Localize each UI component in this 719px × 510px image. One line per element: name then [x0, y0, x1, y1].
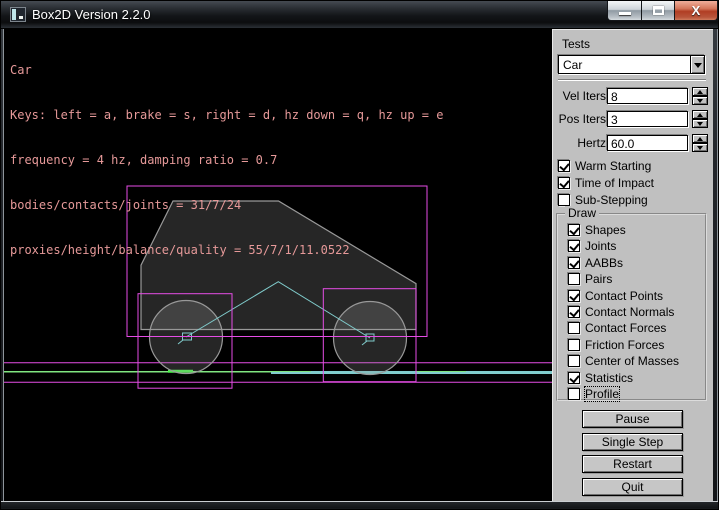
draw-option-center-of-masses[interactable]: Center of Masses: [568, 355, 703, 369]
draw-option-label: Contact Forces: [585, 321, 666, 335]
arrow-down-icon: [697, 99, 703, 103]
chevron-down-icon: [694, 63, 702, 68]
vel-iters-row: Vel Iters 8: [553, 88, 714, 104]
draw-option-label: Joints: [585, 239, 616, 253]
sub-stepping-label: Sub-Stepping: [575, 193, 648, 207]
checkbox[interactable]: [568, 290, 580, 302]
draw-option-profile[interactable]: Profile: [568, 388, 703, 402]
arrow-up-icon: [697, 137, 703, 141]
warm-starting-checkbox[interactable]: [558, 160, 570, 172]
checkbox[interactable]: [568, 257, 580, 269]
vel-iters-up-button[interactable]: [692, 87, 708, 96]
pos-iters-field[interactable]: 3: [607, 111, 688, 127]
time-of-impact-checkbox-row[interactable]: Time of Impact: [558, 177, 708, 191]
checkbox[interactable]: [568, 273, 580, 285]
warm-starting-label: Warm Starting: [575, 159, 651, 173]
single-step-button[interactable]: Single Step: [582, 433, 683, 451]
window-title: Box2D Version 2.2.0: [32, 7, 151, 22]
hertz-field[interactable]: 60.0: [607, 135, 688, 151]
checkbox[interactable]: [568, 388, 580, 400]
close-button[interactable]: X: [675, 1, 718, 21]
checkbox[interactable]: [568, 355, 580, 367]
draw-option-contact-forces[interactable]: Contact Forces: [568, 322, 703, 336]
stats-line-keys: Keys: left = a, brake = s, right = d, hz…: [10, 108, 443, 123]
draw-option-pairs[interactable]: Pairs: [568, 273, 703, 287]
simulation-canvas[interactable]: Car Keys: left = a, brake = s, right = d…: [4, 29, 552, 501]
caption-buttons: X: [607, 1, 718, 21]
arrow-up-icon: [697, 113, 703, 117]
draw-groupbox-title: Draw: [565, 206, 599, 220]
stats-line-frequency: frequency = 4 hz, damping ratio = 0.7: [10, 153, 443, 168]
hertz-row: Hertz 60.0: [553, 135, 714, 151]
draw-option-joints[interactable]: Joints: [568, 240, 703, 254]
tests-label: Tests: [562, 37, 590, 51]
draw-option-contact-points[interactable]: Contact Points: [568, 290, 703, 304]
vel-iters-field[interactable]: 8: [607, 88, 688, 104]
vel-iters-label: Vel Iters: [563, 89, 606, 103]
close-icon: X: [675, 3, 717, 18]
checkbox[interactable]: [568, 339, 580, 351]
hertz-down-button[interactable]: [692, 143, 708, 152]
tests-dropdown-button[interactable]: [690, 56, 704, 73]
checkbox[interactable]: [568, 224, 580, 236]
separator: [558, 79, 706, 81]
checkbox[interactable]: [568, 306, 580, 318]
quit-button[interactable]: Quit: [582, 478, 683, 496]
tests-dropdown[interactable]: Car: [558, 55, 705, 74]
pos-iters-row: Pos Iters 3: [553, 111, 714, 127]
draw-option-label: Contact Normals: [585, 305, 674, 319]
vel-iters-down-button[interactable]: [692, 96, 708, 105]
draw-option-label: Profile: [585, 387, 619, 401]
arrow-down-icon: [697, 122, 703, 126]
debug-stats-text: Car Keys: left = a, brake = s, right = d…: [10, 33, 443, 288]
vel-iters-spinner: [692, 87, 708, 105]
checkbox[interactable]: [568, 322, 580, 334]
stats-line-title: Car: [10, 63, 443, 78]
arrow-down-icon: [697, 146, 703, 150]
draw-option-label: Contact Points: [585, 289, 663, 303]
pos-iters-down-button[interactable]: [692, 119, 708, 128]
control-panel: Tests Car Vel Iters 8 Pos Iters 3: [552, 29, 713, 501]
warm-starting-checkbox-row[interactable]: Warm Starting: [558, 160, 708, 174]
draw-option-label: AABBs: [585, 256, 623, 270]
draw-option-label: Friction Forces: [585, 338, 664, 352]
pos-iters-up-button[interactable]: [692, 110, 708, 119]
pos-iters-label: Pos Iters: [559, 112, 606, 126]
draw-option-friction-forces[interactable]: Friction Forces: [568, 339, 703, 353]
draw-option-label: Shapes: [585, 223, 626, 237]
minimize-button[interactable]: [607, 1, 642, 21]
tests-dropdown-value: Car: [563, 58, 582, 72]
draw-option-contact-normals[interactable]: Contact Normals: [568, 306, 703, 320]
checkbox[interactable]: [568, 372, 580, 384]
checkbox[interactable]: [568, 240, 580, 252]
draw-option-statistics[interactable]: Statistics: [568, 372, 703, 386]
pos-iters-spinner: [692, 110, 708, 128]
window-bottom-border: [1, 501, 719, 510]
maximize-icon: [653, 6, 664, 15]
draw-option-label: Statistics: [585, 371, 633, 385]
sub-stepping-checkbox[interactable]: [558, 194, 570, 206]
arrow-up-icon: [697, 90, 703, 94]
minimize-icon: [619, 12, 631, 15]
draw-option-aabbs[interactable]: AABBs: [568, 257, 703, 271]
title-bar[interactable]: Box2D Version 2.2.0 X: [1, 1, 719, 29]
draw-option-label: Pairs: [585, 272, 612, 286]
hertz-spinner: [692, 134, 708, 152]
pause-button[interactable]: Pause: [582, 410, 683, 428]
app-icon: [10, 7, 26, 22]
time-of-impact-checkbox[interactable]: [558, 177, 570, 189]
app-window: Box2D Version 2.2.0 X: [0, 0, 719, 510]
maximize-button[interactable]: [642, 1, 675, 21]
stats-line-bodies: bodies/contacts/joints = 31/7/24: [10, 198, 443, 213]
hertz-label: Hertz: [577, 136, 606, 150]
draw-option-shapes[interactable]: Shapes: [568, 224, 703, 238]
draw-option-label: Center of Masses: [585, 354, 679, 368]
hertz-up-button[interactable]: [692, 134, 708, 143]
restart-button[interactable]: Restart: [582, 455, 683, 473]
time-of-impact-label: Time of Impact: [575, 176, 654, 190]
stats-line-proxies: proxies/height/balance/quality = 55/7/1/…: [10, 243, 443, 258]
